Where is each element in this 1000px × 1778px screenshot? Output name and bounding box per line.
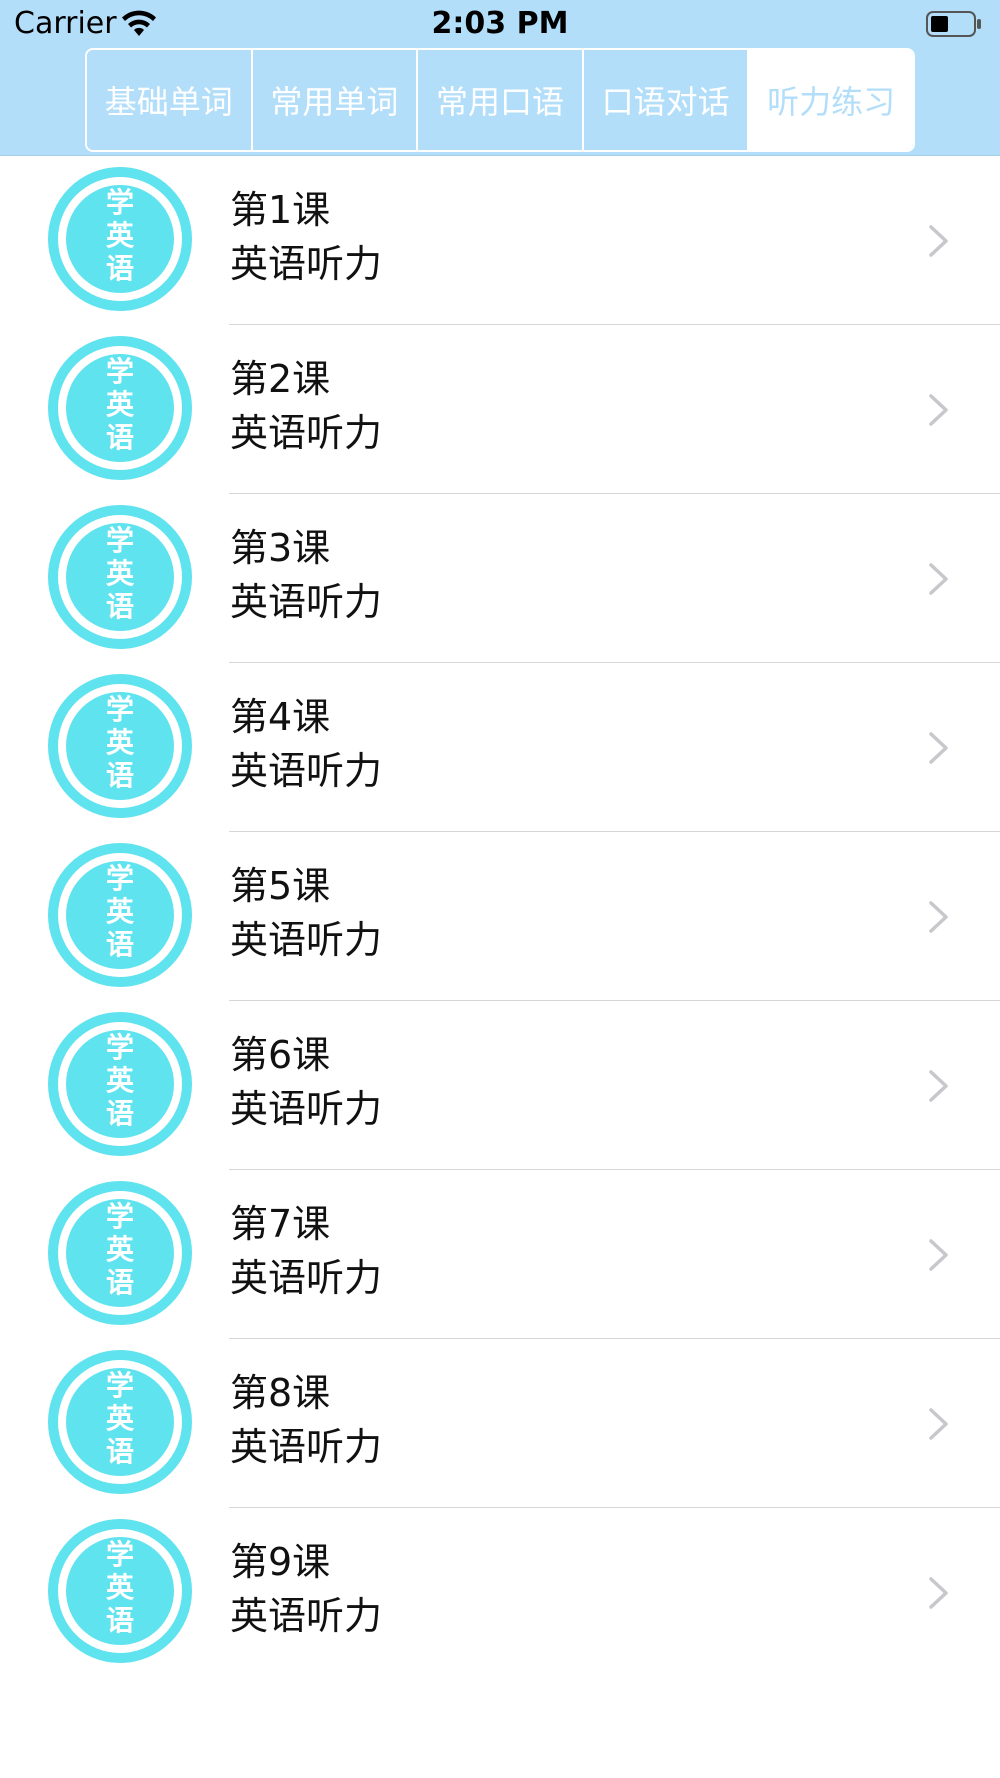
lesson-row-1[interactable]: 学 英 语 第1课 英语听力 bbox=[0, 156, 1000, 325]
lesson-title: 第2课 bbox=[230, 357, 331, 401]
avatar-text-char: 语 bbox=[106, 759, 134, 792]
navigation-header: Carrier 2:03 PM 基础单词 常用单词 常用口语 口语对话 听力练习 bbox=[0, 0, 1000, 156]
lesson-title: 第9课 bbox=[230, 1540, 331, 1584]
avatar-text-char: 英 bbox=[106, 219, 135, 252]
avatar-text-char: 英 bbox=[106, 1064, 135, 1097]
avatar-text-char: 英 bbox=[106, 388, 135, 421]
avatar-text-char: 学 bbox=[106, 186, 134, 219]
lesson-row-4[interactable]: 学 英 语 第4课 英语听力 bbox=[0, 663, 1000, 832]
chevron-right-icon bbox=[929, 225, 948, 257]
avatar-text-char: 学 bbox=[106, 1538, 134, 1571]
avatar-text-char: 英 bbox=[106, 1571, 135, 1604]
lesson-row-5[interactable]: 学 英 语 第5课 英语听力 bbox=[0, 832, 1000, 1001]
avatar-text-char: 语 bbox=[106, 590, 134, 623]
chevron-right-icon bbox=[929, 1239, 948, 1271]
chevron-right-icon bbox=[929, 1408, 948, 1440]
chevron-right-icon bbox=[929, 1070, 948, 1102]
chevron-right-icon bbox=[929, 901, 948, 933]
avatar-text-char: 语 bbox=[106, 1266, 134, 1299]
lesson-subtitle: 英语听力 bbox=[230, 411, 383, 455]
avatar-text-char: 语 bbox=[106, 1097, 134, 1130]
status-bar: Carrier 2:03 PM bbox=[0, 0, 1000, 50]
lesson-subtitle: 英语听力 bbox=[230, 749, 383, 793]
lesson-subtitle: 英语听力 bbox=[230, 580, 383, 624]
battery-icon bbox=[926, 11, 981, 37]
tab-basic-words[interactable]: 基础单词 bbox=[87, 50, 253, 150]
segmented-tabs: 基础单词 常用单词 常用口语 口语对话 听力练习 bbox=[85, 48, 915, 152]
lesson-title: 第6课 bbox=[230, 1033, 331, 1077]
avatar-text-char: 语 bbox=[106, 928, 134, 961]
lesson-title: 第3课 bbox=[230, 526, 331, 570]
avatar-text-char: 学 bbox=[106, 1200, 134, 1233]
tab-listening-practice[interactable]: 听力练习 bbox=[749, 50, 913, 150]
chevron-right-icon bbox=[929, 563, 948, 595]
tab-common-phrases[interactable]: 常用口语 bbox=[418, 50, 584, 150]
lesson-title: 第1课 bbox=[230, 188, 331, 232]
lesson-row-3[interactable]: 学 英 语 第3课 英语听力 bbox=[0, 494, 1000, 663]
avatar-text-char: 学 bbox=[106, 1369, 134, 1402]
avatar-text-char: 学 bbox=[106, 693, 134, 726]
avatar-text-char: 英 bbox=[106, 895, 135, 928]
lesson-thumbnail: 学 英 语 bbox=[48, 336, 192, 480]
avatar-text-char: 学 bbox=[106, 524, 134, 557]
avatar-text-char: 英 bbox=[106, 726, 135, 759]
avatar-text-char: 语 bbox=[106, 252, 134, 285]
avatar-text-char: 学 bbox=[106, 355, 134, 388]
tab-common-words[interactable]: 常用单词 bbox=[252, 50, 419, 150]
avatar-text-char: 学 bbox=[106, 862, 134, 895]
lesson-thumbnail: 学 英 语 bbox=[48, 167, 192, 311]
lesson-thumbnail: 学 英 语 bbox=[48, 505, 192, 649]
lesson-thumbnail: 学 英 语 bbox=[48, 843, 192, 987]
lesson-subtitle: 英语听力 bbox=[230, 1425, 383, 1469]
tab-dialogues[interactable]: 口语对话 bbox=[583, 50, 750, 150]
lesson-title: 第4课 bbox=[230, 695, 331, 739]
lesson-title: 第8课 bbox=[230, 1371, 331, 1415]
lesson-row-6[interactable]: 学 英 语 第6课 英语听力 bbox=[0, 1001, 1000, 1170]
avatar-text-char: 语 bbox=[106, 1435, 134, 1468]
lesson-title: 第5课 bbox=[230, 864, 331, 908]
lesson-row-9[interactable]: 学 英 语 第9课 英语听力 bbox=[0, 1508, 1000, 1677]
lesson-list: 学 英 语 第1课 英语听力 学 英 语 第2课 英语听力 学 英 语 第3课 … bbox=[0, 156, 1000, 1677]
lesson-thumbnail: 学 英 语 bbox=[48, 1012, 192, 1156]
lesson-subtitle: 英语听力 bbox=[230, 1256, 383, 1300]
lesson-title: 第7课 bbox=[230, 1202, 331, 1246]
lesson-row-2[interactable]: 学 英 语 第2课 英语听力 bbox=[0, 325, 1000, 494]
lesson-subtitle: 英语听力 bbox=[230, 242, 383, 286]
lesson-thumbnail: 学 英 语 bbox=[48, 1181, 192, 1325]
status-time: 2:03 PM bbox=[431, 6, 569, 41]
lesson-thumbnail: 学 英 语 bbox=[48, 1350, 192, 1494]
lesson-row-7[interactable]: 学 英 语 第7课 英语听力 bbox=[0, 1170, 1000, 1339]
lesson-subtitle: 英语听力 bbox=[230, 1594, 383, 1638]
chevron-right-icon bbox=[929, 1577, 948, 1609]
avatar-text-char: 学 bbox=[106, 1031, 134, 1064]
chevron-right-icon bbox=[929, 732, 948, 764]
lesson-thumbnail: 学 英 语 bbox=[48, 1519, 192, 1663]
avatar-text-char: 语 bbox=[106, 421, 134, 454]
avatar-text-char: 英 bbox=[106, 1402, 135, 1435]
lesson-subtitle: 英语听力 bbox=[230, 918, 383, 962]
lesson-subtitle: 英语听力 bbox=[230, 1087, 383, 1131]
avatar-text-char: 英 bbox=[106, 557, 135, 590]
lesson-row-8[interactable]: 学 英 语 第8课 英语听力 bbox=[0, 1339, 1000, 1508]
avatar-text-char: 英 bbox=[106, 1233, 135, 1266]
avatar-text-char: 语 bbox=[106, 1604, 134, 1637]
chevron-right-icon bbox=[929, 394, 948, 426]
lesson-thumbnail: 学 英 语 bbox=[48, 674, 192, 818]
